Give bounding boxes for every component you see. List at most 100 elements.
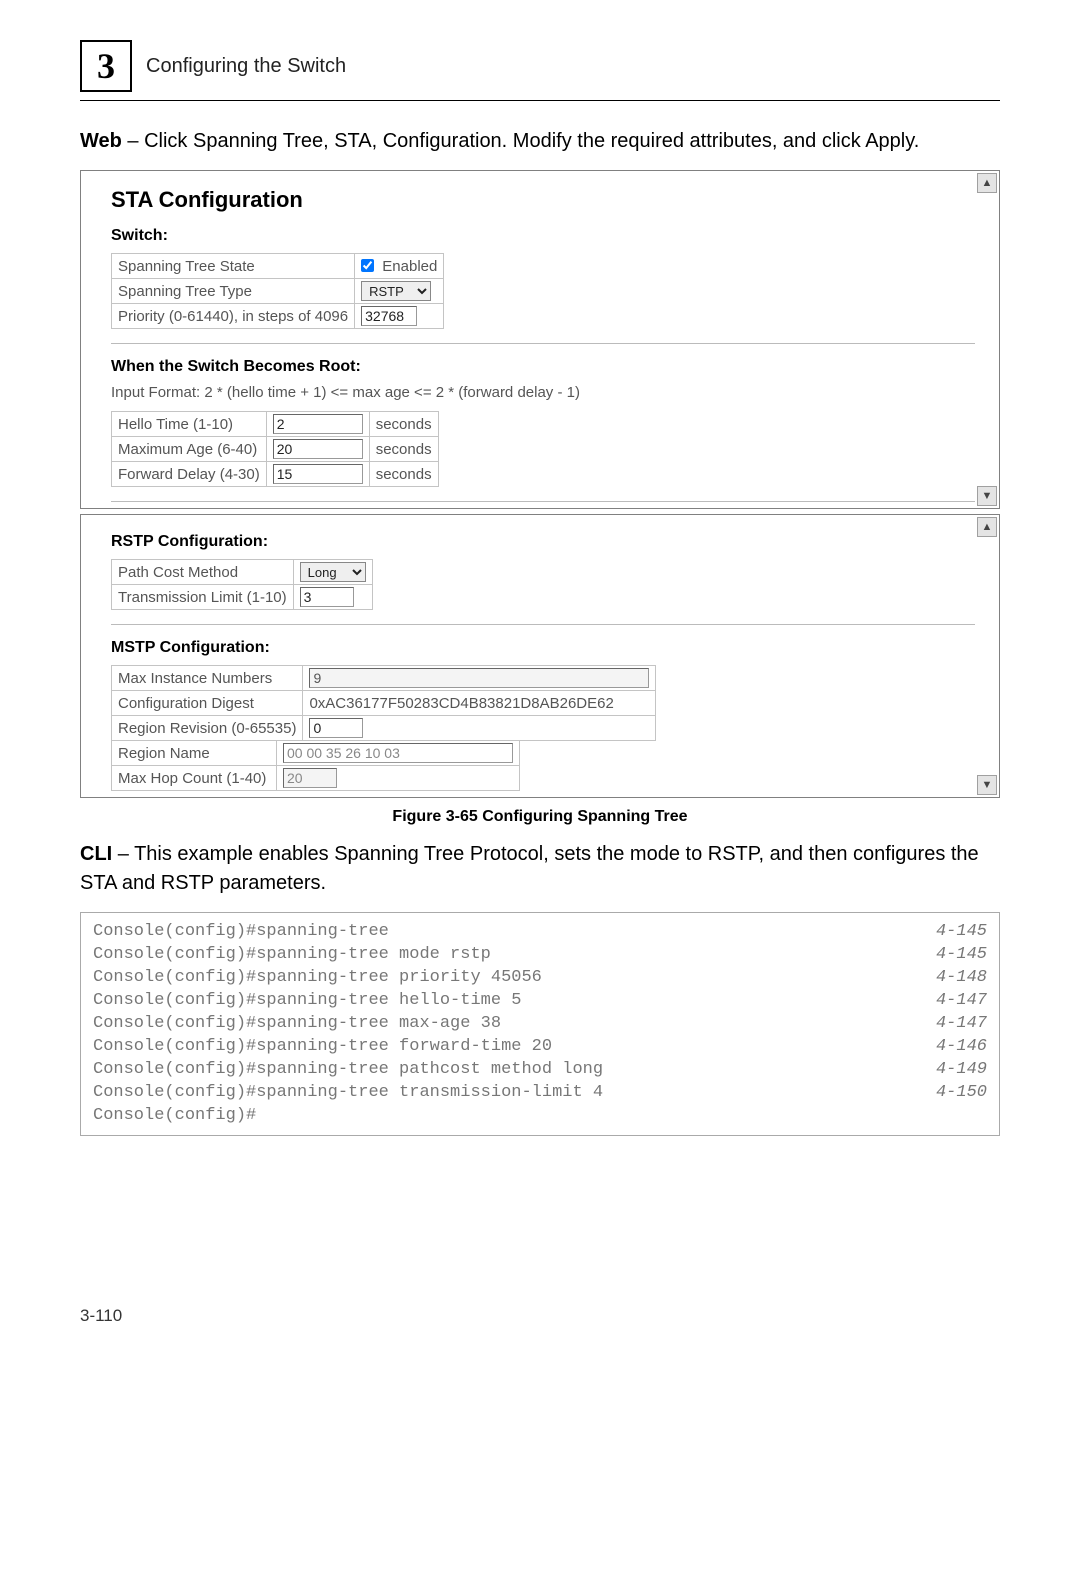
priority-input[interactable]	[361, 306, 417, 326]
cli-instructions: CLI – This example enables Spanning Tree…	[80, 840, 1000, 898]
region-name-input[interactable]	[283, 743, 513, 763]
max-age-label: Maximum Age (6-40)	[112, 437, 267, 462]
chapter-number-badge: 3	[80, 40, 132, 92]
table-row: Maximum Age (6-40) seconds	[112, 437, 439, 462]
sta-screenshot-upper: ▲ ▼ STA Configuration Switch: Spanning T…	[80, 170, 1000, 509]
switch-heading: Switch:	[111, 227, 975, 245]
web-label: Web	[80, 130, 122, 152]
table-row: Forward Delay (4-30) seconds	[112, 462, 439, 487]
cli-ref: 4-145	[916, 944, 987, 967]
cli-label: CLI	[80, 843, 112, 865]
transmission-limit-input[interactable]	[300, 587, 354, 607]
cli-line: Console(config)#spanning-tree hello-time…	[93, 990, 987, 1013]
spanning-tree-state-value: Enabled	[355, 254, 444, 279]
cli-ref: 4-147	[916, 990, 987, 1013]
forward-delay-label: Forward Delay (4-30)	[112, 462, 267, 487]
region-revision-label: Region Revision (0-65535)	[112, 716, 303, 741]
table-row: Path Cost Method Long	[112, 560, 373, 585]
spanning-tree-state-label: Spanning Tree State	[112, 254, 355, 279]
config-digest-value: 0xAC36177F50283CD4B83821D8AB26DE62	[303, 691, 656, 716]
cli-cmd: Console(config)#spanning-tree transmissi…	[93, 1082, 603, 1105]
spanning-tree-type-select[interactable]: RSTP	[361, 281, 431, 301]
table-row: Spanning Tree Type RSTP	[112, 279, 444, 304]
max-instance-value	[309, 668, 649, 688]
cli-cmd: Console(config)#spanning-tree max-age 38	[93, 1013, 501, 1036]
cli-line: Console(config)#spanning-tree 4-145	[93, 921, 987, 944]
transmission-limit-label: Transmission Limit (1-10)	[112, 585, 294, 610]
mstp-table: Max Instance Numbers Configuration Diges…	[111, 665, 656, 741]
enabled-checkbox[interactable]	[361, 259, 374, 272]
table-row: Spanning Tree State Enabled	[112, 254, 444, 279]
mstp-heading: MSTP Configuration:	[111, 639, 975, 657]
mstp-table-2: Region Name Max Hop Count (1-40)	[111, 740, 520, 791]
cli-line: Console(config)#spanning-tree priority 4…	[93, 967, 987, 990]
max-age-unit: seconds	[369, 437, 438, 462]
sta-config-title: STA Configuration	[111, 187, 975, 213]
config-digest-label: Configuration Digest	[112, 691, 303, 716]
root-table: Hello Time (1-10) seconds Maximum Age (6…	[111, 411, 439, 487]
table-row: Max Hop Count (1-40)	[112, 766, 520, 791]
scroll-up-icon[interactable]: ▲	[977, 517, 997, 537]
table-row: Priority (0-61440), in steps of 4096	[112, 304, 444, 329]
section-divider	[111, 343, 975, 344]
cli-ref: 4-148	[916, 967, 987, 990]
table-row: Region Name	[112, 741, 520, 766]
cli-example-box: Console(config)#spanning-tree 4-145 Conso…	[80, 912, 1000, 1136]
cli-cmd: Console(config)#spanning-tree priority 4…	[93, 967, 542, 990]
sta-screenshot-lower: ▲ ▼ RSTP Configuration: Path Cost Method…	[80, 514, 1000, 798]
switch-table: Spanning Tree State Enabled Spanning Tre…	[111, 253, 444, 329]
page-header: 3 Configuring the Switch	[80, 40, 1000, 92]
spanning-tree-type-label: Spanning Tree Type	[112, 279, 355, 304]
priority-label: Priority (0-61440), in steps of 4096	[112, 304, 355, 329]
rstp-table: Path Cost Method Long Transmission Limit…	[111, 559, 373, 610]
table-row: Transmission Limit (1-10)	[112, 585, 373, 610]
table-row: Configuration Digest 0xAC36177F50283CD4B…	[112, 691, 656, 716]
path-cost-label: Path Cost Method	[112, 560, 294, 585]
cli-ref: 4-150	[916, 1082, 987, 1105]
forward-delay-input[interactable]	[273, 464, 363, 484]
cli-cmd: Console(config)#spanning-tree	[93, 921, 389, 944]
cli-ref: 4-147	[916, 1013, 987, 1036]
cli-cmd: Console(config)#	[93, 1105, 256, 1128]
scroll-up-icon[interactable]: ▲	[977, 173, 997, 193]
cli-cmd: Console(config)#spanning-tree pathcost m…	[93, 1059, 603, 1082]
enabled-label: Enabled	[378, 258, 437, 275]
page-number: 3-110	[80, 1306, 1000, 1326]
cli-cmd: Console(config)#spanning-tree mode rstp	[93, 944, 491, 967]
cli-ref: 4-146	[916, 1036, 987, 1059]
cli-line: Console(config)#spanning-tree max-age 38…	[93, 1013, 987, 1036]
cli-ref	[967, 1105, 987, 1128]
cli-ref: 4-149	[916, 1059, 987, 1082]
input-format-note: Input Format: 2 * (hello time + 1) <= ma…	[111, 384, 975, 401]
cli-ref: 4-145	[916, 921, 987, 944]
hello-time-label: Hello Time (1-10)	[112, 412, 267, 437]
max-hop-input	[283, 768, 337, 788]
path-cost-select[interactable]: Long	[300, 562, 366, 582]
scroll-down-icon[interactable]: ▼	[977, 775, 997, 795]
max-age-input[interactable]	[273, 439, 363, 459]
max-instance-label: Max Instance Numbers	[112, 666, 303, 691]
section-divider	[111, 624, 975, 625]
header-divider	[80, 100, 1000, 101]
table-row: Region Revision (0-65535)	[112, 716, 656, 741]
figure-caption: Figure 3-65 Configuring Spanning Tree	[80, 808, 1000, 826]
cli-line: Console(config)#spanning-tree mode rstp 4…	[93, 944, 987, 967]
cli-cmd: Console(config)#spanning-tree hello-time…	[93, 990, 521, 1013]
hello-time-input[interactable]	[273, 414, 363, 434]
table-row: Max Instance Numbers	[112, 666, 656, 691]
max-hop-label: Max Hop Count (1-40)	[112, 766, 277, 791]
web-instructions: Web – Click Spanning Tree, STA, Configur…	[80, 127, 1000, 156]
region-name-label: Region Name	[112, 741, 277, 766]
rstp-heading: RSTP Configuration:	[111, 533, 975, 551]
scroll-down-icon[interactable]: ▼	[977, 486, 997, 506]
web-text: – Click Spanning Tree, STA, Configuratio…	[122, 130, 919, 152]
cli-cmd: Console(config)#spanning-tree forward-ti…	[93, 1036, 552, 1059]
region-revision-input[interactable]	[309, 718, 363, 738]
hello-time-unit: seconds	[369, 412, 438, 437]
cli-line: Console(config)#spanning-tree transmissi…	[93, 1082, 987, 1105]
forward-delay-unit: seconds	[369, 462, 438, 487]
cli-text: – This example enables Spanning Tree Pro…	[80, 843, 979, 894]
cli-line: Console(config)#	[93, 1105, 987, 1128]
table-row: Hello Time (1-10) seconds	[112, 412, 439, 437]
root-heading: When the Switch Becomes Root:	[111, 358, 975, 376]
